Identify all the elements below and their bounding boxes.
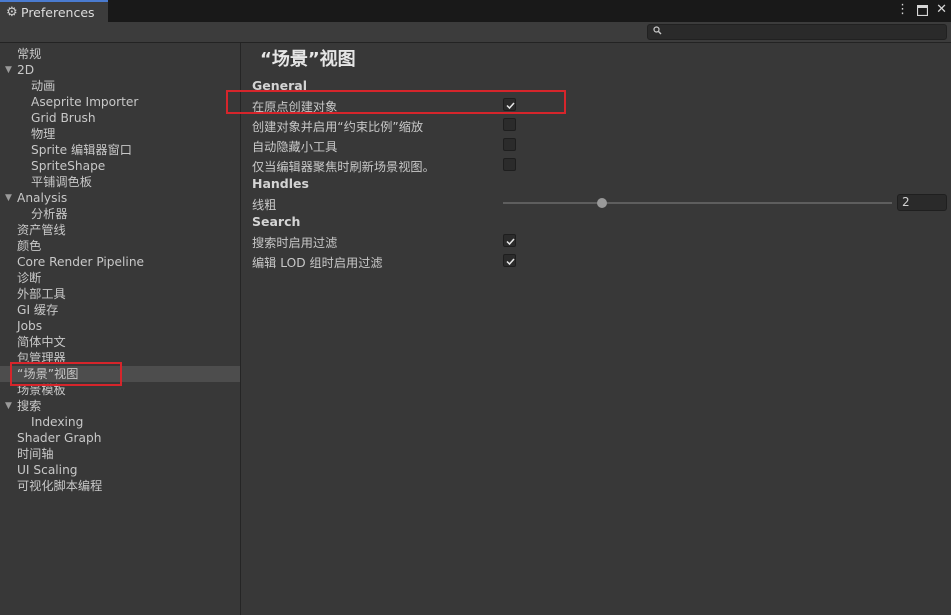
enable-filtering-lod-label: 编辑 LOD 组时启用过滤 [252, 256, 383, 270]
close-icon[interactable]: ✕ [936, 2, 947, 21]
sidebar-item-simplified-chinese[interactable]: 简体中文 [17, 334, 66, 350]
sidebar-item-general[interactable]: 常规 [17, 46, 41, 62]
window-titlebar: ⚙ Preferences ⋮ ✕ [0, 0, 951, 22]
sidebar-item-animation[interactable]: 动画 [31, 78, 55, 94]
checkmark-icon [506, 238, 515, 246]
refresh-when-focused-label: 仅当编辑器聚焦时刷新场景视图。 [252, 160, 435, 174]
line-thickness-field[interactable]: 2 [897, 194, 947, 211]
sidebar-item-diagnostics[interactable]: 诊断 [17, 270, 41, 286]
search-input[interactable] [647, 24, 947, 40]
sidebar-item-visual-scripting[interactable]: 可视化脚本编程 [17, 478, 102, 494]
sidebar-item-gi-cache[interactable]: GI 缓存 [17, 302, 58, 318]
sidebar-item-jobs[interactable]: Jobs [17, 318, 42, 334]
tab-preferences[interactable]: ⚙ Preferences [0, 0, 108, 22]
toolbar [0, 22, 951, 43]
enable-filtering-lod-checkbox[interactable] [503, 254, 516, 267]
line-thickness-label: 线粗 [252, 198, 277, 212]
sidebar-item-asset-pipeline[interactable]: 资产管线 [17, 222, 66, 238]
maximize-icon[interactable] [916, 2, 929, 21]
tab-title: Preferences [21, 4, 95, 20]
page-title: “场景”视图 [260, 49, 356, 70]
expand-arrow-icon[interactable]: ▼ [5, 62, 12, 78]
sidebar-item-colors[interactable]: 颜色 [17, 238, 41, 254]
sidebar-item-external-tools[interactable]: 外部工具 [17, 286, 66, 302]
sidebar-item-spriteshape[interactable]: SpriteShape [31, 158, 105, 174]
more-icon[interactable]: ⋮ [896, 2, 909, 21]
sidebar-item-profiler[interactable]: 分析器 [31, 206, 68, 222]
sidebar-item-indexing[interactable]: Indexing [31, 414, 83, 430]
constrain-proportions-checkbox[interactable] [503, 118, 516, 131]
refresh-when-focused-checkbox[interactable] [503, 158, 516, 171]
enable-filtering-search-label: 搜索时启用过滤 [252, 236, 338, 250]
sidebar-item-core-render-pipeline[interactable]: Core Render Pipeline [17, 254, 144, 270]
scene-view-settings-panel: “场景”视图 General 在原点创建对象 创建对象并启用“约束比例”缩放 自… [226, 43, 951, 615]
expand-arrow-icon[interactable]: ▼ [5, 398, 12, 414]
auto-hide-gizmos-checkbox[interactable] [503, 138, 516, 151]
sidebar-item-analysis[interactable]: ▼ Analysis [5, 190, 67, 206]
auto-hide-gizmos-label: 自动隐藏小工具 [252, 140, 338, 154]
preferences-sidebar: 常规 ▼ 2D 动画 Aseprite Importer Grid Brush 物… [0, 43, 241, 615]
line-thickness-slider-thumb[interactable] [597, 198, 607, 208]
section-header-handles: Handles [252, 176, 309, 191]
sidebar-item-search[interactable]: ▼ 搜索 [5, 398, 41, 414]
sidebar-item-physics[interactable]: 物理 [31, 126, 55, 142]
sidebar-item-sprite-editor[interactable]: Sprite 编辑器窗口 [31, 142, 132, 158]
sidebar-item-2d[interactable]: ▼ 2D [5, 62, 34, 78]
annotation-highlight-box [226, 90, 566, 114]
sidebar-item-aseprite-importer[interactable]: Aseprite Importer [31, 94, 138, 110]
sidebar-item-shader-graph[interactable]: Shader Graph [17, 430, 101, 446]
gear-icon: ⚙ [6, 4, 18, 20]
enable-filtering-search-checkbox[interactable] [503, 234, 516, 247]
expand-arrow-icon[interactable]: ▼ [5, 190, 12, 206]
window-controls: ⋮ ✕ [896, 2, 947, 21]
line-thickness-slider-track[interactable] [503, 202, 892, 204]
annotation-highlight-box [10, 362, 122, 386]
sidebar-item-tile-palette[interactable]: 平铺调色板 [31, 174, 92, 190]
search-icon [653, 26, 662, 38]
sidebar-item-grid-brush[interactable]: Grid Brush [31, 110, 96, 126]
constrain-proportions-label: 创建对象并启用“约束比例”缩放 [252, 120, 424, 134]
sidebar-item-timeline[interactable]: 时间轴 [17, 446, 54, 462]
sidebar-item-ui-scaling[interactable]: UI Scaling [17, 462, 78, 478]
section-header-search: Search [252, 214, 301, 229]
checkmark-icon [506, 258, 515, 266]
